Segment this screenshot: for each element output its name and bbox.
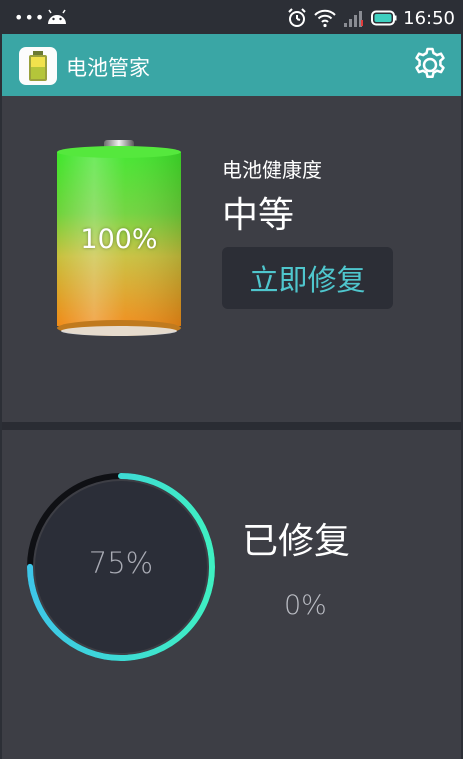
battery-charge-percent: 100% xyxy=(80,224,158,255)
repair-progress-percent: 75% xyxy=(88,546,154,580)
repaired-status-title: 已修复 xyxy=(242,521,351,562)
app-window: 电池管家 100% 电池健康度 中等 立即修复 75% 已修复 0% xyxy=(2,34,461,759)
section-divider xyxy=(2,422,461,430)
status-bar: ••• 16:50 xyxy=(0,0,463,34)
repair-now-button[interactable]: 立即修复 xyxy=(222,247,393,309)
app-title: 电池管家 xyxy=(66,56,150,80)
status-icons: 16:50 xyxy=(281,7,455,29)
battery-health-value: 中等 xyxy=(222,195,295,236)
battery-app-logo-icon xyxy=(19,47,57,85)
alarm-icon xyxy=(288,8,306,27)
android-icon xyxy=(48,9,66,24)
battery-health-label: 电池健康度 xyxy=(222,158,322,182)
battery-icon xyxy=(371,10,397,26)
app-header: 电池管家 xyxy=(2,34,461,96)
repair-progress-card: 75% 已修复 0% xyxy=(2,430,461,759)
settings-gear-icon[interactable] xyxy=(411,46,449,84)
notification-dots-icon: ••• xyxy=(14,8,46,27)
battery-health-card: 100% 电池健康度 中等 立即修复 xyxy=(2,96,461,422)
wifi-icon xyxy=(314,9,336,28)
status-time: 16:50 xyxy=(403,7,455,29)
repaired-percent: 0% xyxy=(284,590,327,621)
signal-icon xyxy=(344,11,364,27)
